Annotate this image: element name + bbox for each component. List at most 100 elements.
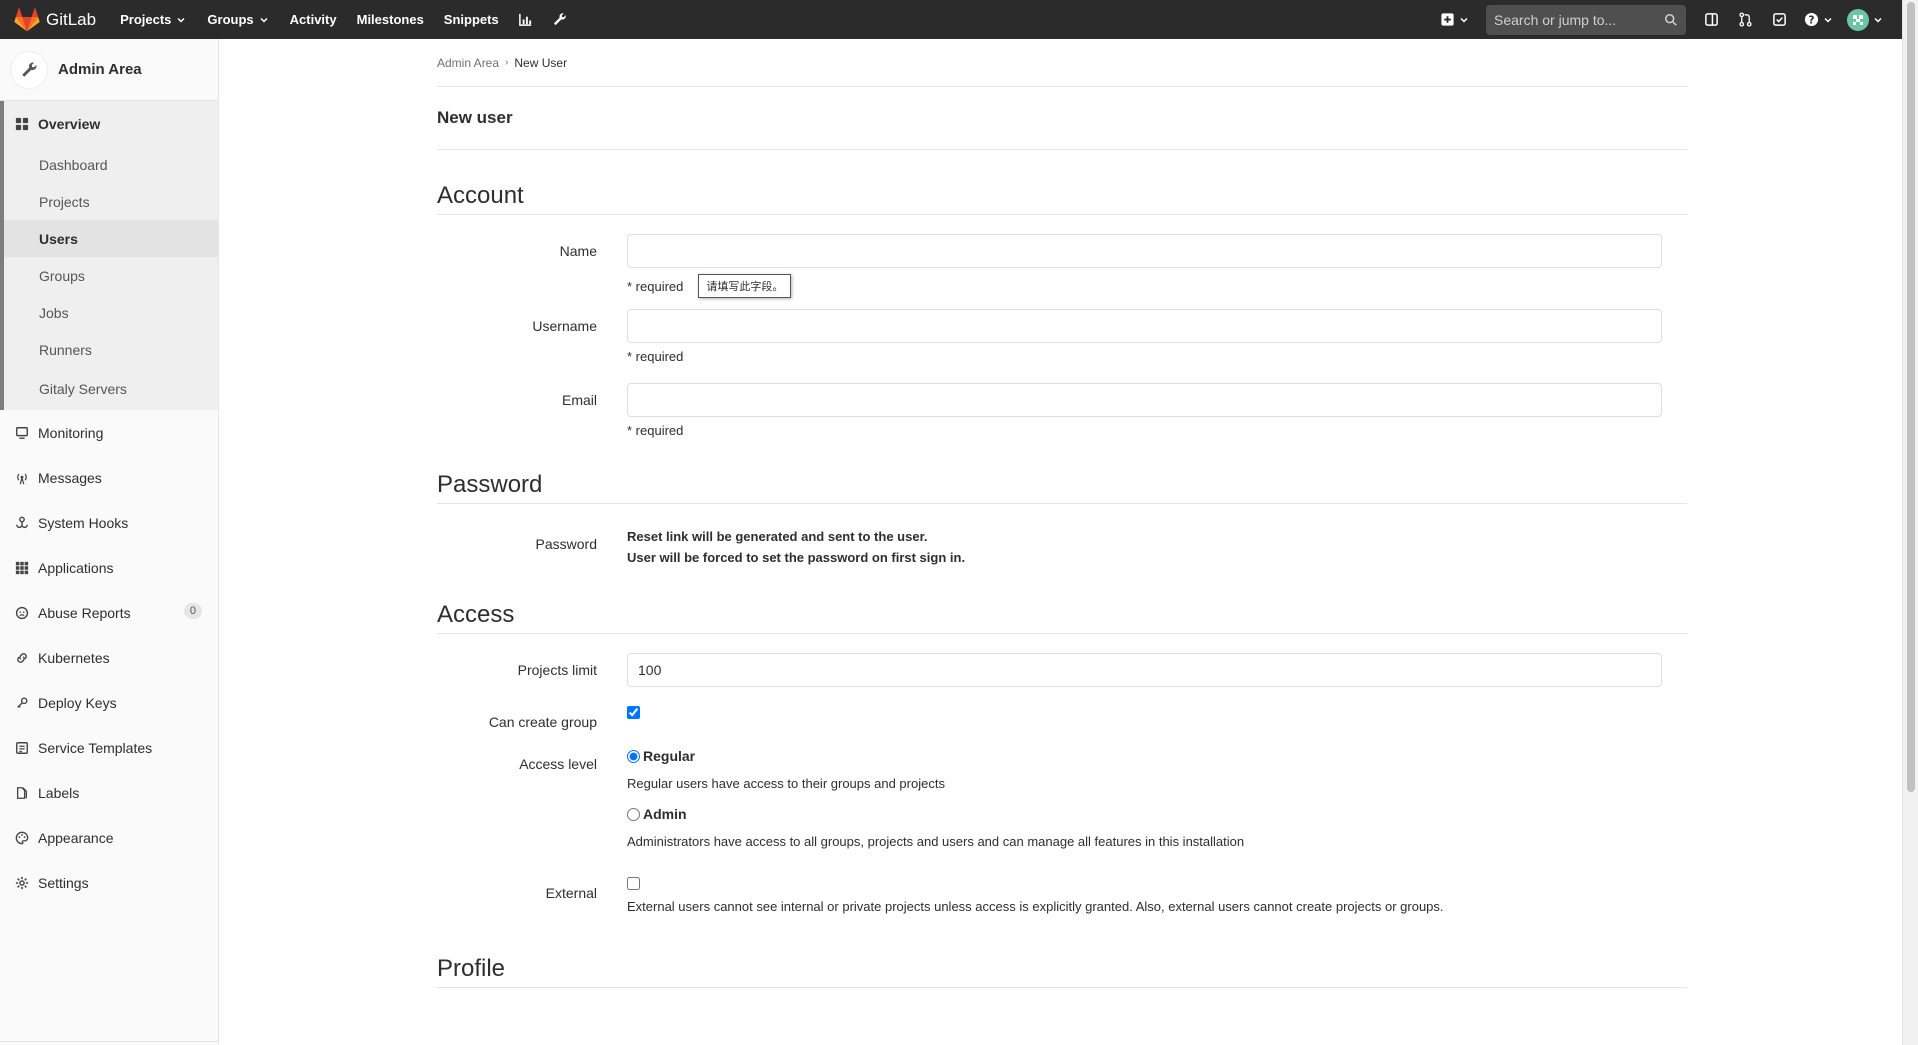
sidebar-overview-section: Overview Dashboard Projects Users Groups… — [0, 101, 218, 410]
admin-radio[interactable] — [627, 807, 640, 821]
external-row: External External users cannot see inter… — [437, 877, 1687, 914]
sidebar-item-users[interactable]: Users — [4, 220, 218, 257]
sidebar-item-service-templates[interactable]: Service Templates — [0, 725, 218, 770]
regular-radio[interactable] — [627, 749, 640, 763]
sidebar-item-label: Deploy Keys — [38, 694, 117, 711]
email-label: Email — [561, 392, 597, 408]
hook-icon — [14, 515, 30, 531]
admin-radio-label: Admin — [643, 806, 687, 822]
overview-grid-icon — [14, 116, 30, 132]
sidebar-item-label: Service Templates — [38, 739, 153, 756]
brand-link[interactable]: GitLab — [0, 0, 110, 39]
password-row: Password Reset link will be generated an… — [437, 526, 1687, 568]
sidebar-item-system-hooks[interactable]: System Hooks — [0, 500, 218, 545]
abuse-count-badge: 0 — [183, 603, 202, 619]
sidebar-item-kubernetes[interactable]: Kubernetes — [0, 635, 218, 680]
key-icon — [14, 695, 30, 711]
nav-groups-label: Groups — [207, 12, 254, 27]
email-input[interactable] — [627, 383, 1662, 417]
sidebar-item-settings[interactable]: Settings — [0, 860, 218, 905]
search-input[interactable] — [1494, 11, 1664, 28]
sidebar-item-projects[interactable]: Projects — [4, 183, 218, 220]
wrench-icon — [22, 62, 37, 77]
breadcrumb-current[interactable]: New User — [514, 56, 567, 70]
nav-admin-button[interactable] — [543, 0, 577, 39]
sidebar-item-labels[interactable]: Labels — [0, 770, 218, 815]
nav-groups-dropdown[interactable]: Groups — [197, 0, 279, 39]
sidebar-header[interactable]: Admin Area — [0, 39, 218, 101]
sidebar-item-abuse-reports[interactable]: Abuse Reports 0 — [0, 590, 218, 635]
new-item-dropdown[interactable] — [1432, 0, 1478, 39]
sidebar-item-messages[interactable]: Messages — [0, 455, 218, 500]
chart-icon — [519, 13, 532, 26]
access-level-row: Access level Regular Regular users have … — [437, 748, 1687, 849]
svg-text:?: ? — [1809, 14, 1815, 26]
sidebar-item-label: Appearance — [38, 829, 114, 846]
chevron-down-icon — [1460, 17, 1468, 23]
password-legend: Password — [437, 464, 1687, 504]
sidebar-item-applications[interactable]: Applications — [0, 545, 218, 590]
sidebar-item-label: Kubernetes — [38, 649, 110, 666]
username-label: Username — [532, 318, 597, 334]
sidebar-item-label: Applications — [38, 559, 114, 576]
projects-limit-label: Projects limit — [517, 662, 597, 678]
access-level-admin-option[interactable]: Admin — [627, 806, 1687, 822]
todo-check-icon — [1772, 13, 1786, 26]
name-input[interactable] — [627, 234, 1662, 268]
sidebar-item-jobs[interactable]: Jobs — [4, 294, 218, 331]
breadcrumb-admin-area-link[interactable]: Admin Area — [437, 56, 499, 70]
sidebar-item-overview[interactable]: Overview — [4, 101, 218, 146]
sidebar-item-gitaly-servers[interactable]: Gitaly Servers — [4, 368, 218, 410]
username-row: Username * required — [437, 309, 1687, 364]
access-level-label: Access level — [519, 756, 597, 772]
admin-help: Administrators have access to all groups… — [627, 834, 1245, 849]
projects-limit-row: Projects limit — [437, 653, 1687, 687]
password-label: Password — [535, 536, 597, 552]
merge-request-icon — [1738, 12, 1752, 27]
merge-requests-button[interactable] — [1728, 0, 1762, 39]
nav-snippets-link[interactable]: Snippets — [434, 0, 509, 39]
sidebar-item-monitoring[interactable]: Monitoring — [0, 410, 218, 455]
sidebar-title: Admin Area — [58, 61, 142, 78]
chevron-down-icon — [1824, 17, 1832, 23]
search-box[interactable] — [1486, 4, 1686, 35]
page-title: New user — [437, 87, 1687, 150]
sidebar-collapse-area[interactable] — [0, 1041, 219, 1045]
access-level-regular-option[interactable]: Regular — [627, 748, 1687, 764]
sidebar-item-deploy-keys[interactable]: Deploy Keys — [0, 680, 218, 725]
applications-icon — [14, 560, 30, 576]
scrollbar-thumb[interactable] — [1907, 2, 1915, 792]
sidebar-item-groups[interactable]: Groups — [4, 257, 218, 294]
external-label: External — [545, 885, 597, 901]
panel-icon — [1704, 13, 1718, 26]
brand-name: GitLab — [46, 9, 97, 29]
user-menu-dropdown[interactable] — [1842, 0, 1888, 39]
labels-icon — [14, 785, 30, 801]
sidebar-item-label: Messages — [38, 469, 102, 486]
help-dropdown[interactable]: ? — [1796, 0, 1842, 39]
page-scrollbar[interactable] — [1902, 0, 1918, 1045]
account-legend: Account — [437, 175, 1687, 215]
sidebar-item-runners[interactable]: Runners — [4, 331, 218, 368]
chevron-down-icon — [1873, 17, 1882, 23]
external-checkbox[interactable] — [627, 877, 640, 890]
todos-button[interactable] — [1762, 0, 1796, 39]
nav-chart-button[interactable] — [509, 0, 543, 39]
nav-activity-link[interactable]: Activity — [280, 0, 347, 39]
sidebar-toggle-button[interactable] — [1694, 0, 1728, 39]
projects-limit-input[interactable] — [627, 653, 1662, 687]
sidebar-item-label: Overview — [38, 115, 101, 132]
external-help: External users cannot see internal or pr… — [627, 899, 1444, 914]
name-help: * required 请填写此字段。 — [627, 274, 1687, 298]
settings-icon — [14, 875, 30, 891]
username-input[interactable] — [627, 309, 1662, 343]
appearance-icon — [14, 830, 30, 846]
nav-projects-dropdown[interactable]: Projects — [110, 0, 197, 39]
sidebar-item-dashboard[interactable]: Dashboard — [4, 146, 218, 183]
template-icon — [14, 740, 30, 756]
nav-milestones-link[interactable]: Milestones — [347, 0, 434, 39]
sidebar-item-appearance[interactable]: Appearance — [0, 815, 218, 860]
help-icon: ? — [1804, 12, 1819, 26]
password-reset-text: Reset link will be generated and sent to… — [627, 529, 928, 544]
can-create-group-checkbox[interactable] — [627, 706, 640, 719]
